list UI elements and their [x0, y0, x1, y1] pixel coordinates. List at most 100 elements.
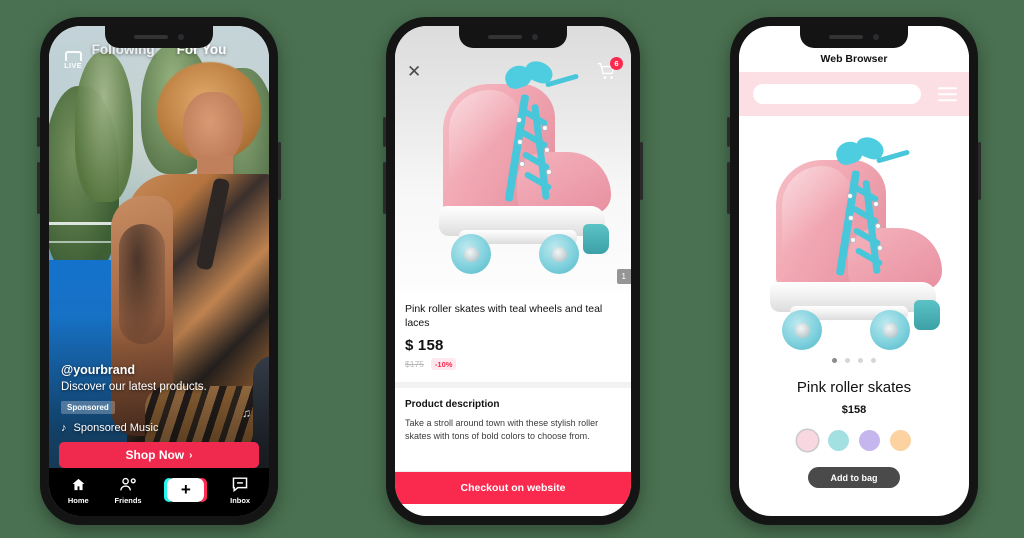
phone1-notch — [105, 26, 213, 48]
screenshot-stage: LIVE Following For You @yourbrand Discov… — [0, 0, 1024, 538]
sponsored-badge: Sponsored — [61, 401, 115, 414]
inbox-icon — [231, 476, 250, 493]
image-counter-badge: 1 — [616, 269, 631, 284]
skate-eyelet — [520, 162, 524, 166]
phone1-screen: LIVE Following For You @yourbrand Discov… — [49, 26, 269, 516]
product-detail-phone: ✕ 6 1 Pink roller skates with teal wheel… — [383, 17, 643, 525]
description-heading: Product description — [405, 399, 500, 411]
color-swatch-teal[interactable] — [828, 430, 849, 451]
skate-eyelet — [543, 126, 547, 130]
home-indicator-area — [395, 504, 631, 516]
tab-home[interactable]: Home — [68, 476, 89, 505]
music-note-icon: ♪ — [61, 422, 67, 434]
tab-inbox[interactable]: Inbox — [230, 476, 250, 505]
skate-eyelet — [848, 194, 852, 198]
front-camera — [873, 34, 879, 40]
hamburger-line — [938, 98, 957, 102]
skate-eyelet — [874, 202, 878, 206]
product-price: $ 158 — [405, 337, 444, 355]
skate-eyelet — [849, 216, 853, 220]
product-image-area[interactable]: ✕ 6 1 — [395, 26, 631, 292]
original-price: $175 — [405, 359, 424, 370]
tab-create[interactable]: + — [164, 478, 208, 502]
roller-skate-image — [754, 133, 954, 352]
checkout-button[interactable]: Checkout on website — [395, 472, 631, 504]
product-name: Pink roller skates — [796, 379, 912, 396]
skate-eyelet — [878, 246, 882, 250]
discount-badge: -10% — [430, 358, 457, 371]
home-icon — [69, 476, 88, 493]
feed-info-block: @yourbrand Discover our latest products.… — [61, 363, 257, 434]
phone-power-button — [278, 142, 281, 200]
hamburger-line — [938, 86, 957, 90]
music-label: Sponsored Music — [73, 422, 159, 434]
speaker-grille — [134, 35, 168, 39]
skate-eyelet — [517, 118, 521, 122]
color-swatch-pink[interactable] — [797, 430, 818, 451]
browser-title: Web Browser — [820, 53, 888, 65]
skate-wheel-hub — [883, 323, 898, 338]
site-navbar — [739, 72, 969, 116]
product-description-section: Product description Take a stroll around… — [395, 388, 631, 443]
product-info: Pink roller skates with teal wheels and … — [395, 292, 631, 371]
skate-eyelet — [851, 238, 855, 242]
video-feed[interactable]: LIVE Following For You @yourbrand Discov… — [49, 26, 269, 516]
carousel-dot[interactable] — [832, 358, 837, 363]
brand-handle[interactable]: @yourbrand — [61, 363, 257, 377]
speaker-grille — [829, 35, 863, 39]
color-swatches — [797, 430, 911, 451]
skate-eyelet — [545, 148, 549, 152]
skate-toe-stop — [583, 224, 609, 254]
color-swatch-orange[interactable] — [890, 430, 911, 451]
add-to-bag-button[interactable]: Add to bag — [808, 467, 900, 488]
carousel-dot[interactable] — [845, 358, 850, 363]
shop-now-button[interactable]: Shop Now › — [59, 442, 259, 468]
tab-home-label: Home — [67, 495, 89, 505]
cart-button[interactable]: 6 — [597, 57, 623, 85]
skate-toe-stop — [914, 300, 940, 330]
tiktok-feed-phone: LIVE Following For You @yourbrand Discov… — [37, 17, 281, 525]
phone2-notch — [459, 26, 567, 48]
carousel-dot[interactable] — [858, 358, 863, 363]
front-camera — [532, 34, 538, 40]
skate-eyelet — [547, 170, 551, 174]
tab-friends-label: Friends — [114, 495, 142, 505]
speaker-grille — [488, 35, 522, 39]
plus-icon[interactable]: + — [164, 478, 208, 502]
shop-now-label: Shop Now — [125, 448, 185, 462]
carousel-dots[interactable] — [832, 358, 876, 363]
chevron-right-icon: › — [189, 449, 193, 461]
carousel-dot[interactable] — [871, 358, 876, 363]
skate-eyelet — [876, 224, 880, 228]
music-row[interactable]: ♪ Sponsored Music — [61, 422, 257, 434]
hamburger-line — [938, 92, 957, 96]
close-icon[interactable]: ✕ — [407, 63, 423, 80]
product-title: Pink roller skates with teal wheels and … — [405, 303, 603, 330]
price-comparison-row: $175 -10% — [405, 358, 621, 371]
search-input[interactable] — [753, 84, 921, 104]
cart-count-badge: 6 — [610, 57, 623, 70]
tab-inbox-label: Inbox — [230, 495, 251, 505]
web-browser-phone: Web Browser Pink roller skates $158 Add … — [727, 17, 981, 525]
description-text: Take a stroll around town with these sty… — [405, 418, 599, 442]
roller-skate-image — [421, 56, 626, 281]
phone-power-button — [978, 142, 981, 200]
bottom-tab-bar: Home Friends + Inbox — [49, 468, 269, 516]
floating-music-note-icon: ♫ — [242, 406, 251, 420]
skate-eyelet — [518, 140, 522, 144]
phone2-screen: ✕ 6 1 Pink roller skates with teal wheel… — [395, 26, 631, 516]
friends-icon — [119, 476, 138, 493]
front-camera — [178, 34, 184, 40]
live-label: LIVE — [64, 61, 82, 70]
hamburger-menu-icon[interactable] — [938, 83, 957, 105]
phone3-screen: Web Browser Pink roller skates $158 Add … — [739, 26, 969, 516]
product-price: $158 — [841, 404, 867, 416]
video-caption: Discover our latest products. — [61, 381, 207, 393]
skate-wheel-hub — [552, 247, 567, 262]
skate-wheel-hub — [464, 247, 479, 262]
tab-friends[interactable]: Friends — [114, 476, 142, 505]
color-swatch-lavender[interactable] — [859, 430, 880, 451]
skate-wheel-hub — [795, 323, 810, 338]
face — [183, 92, 243, 166]
